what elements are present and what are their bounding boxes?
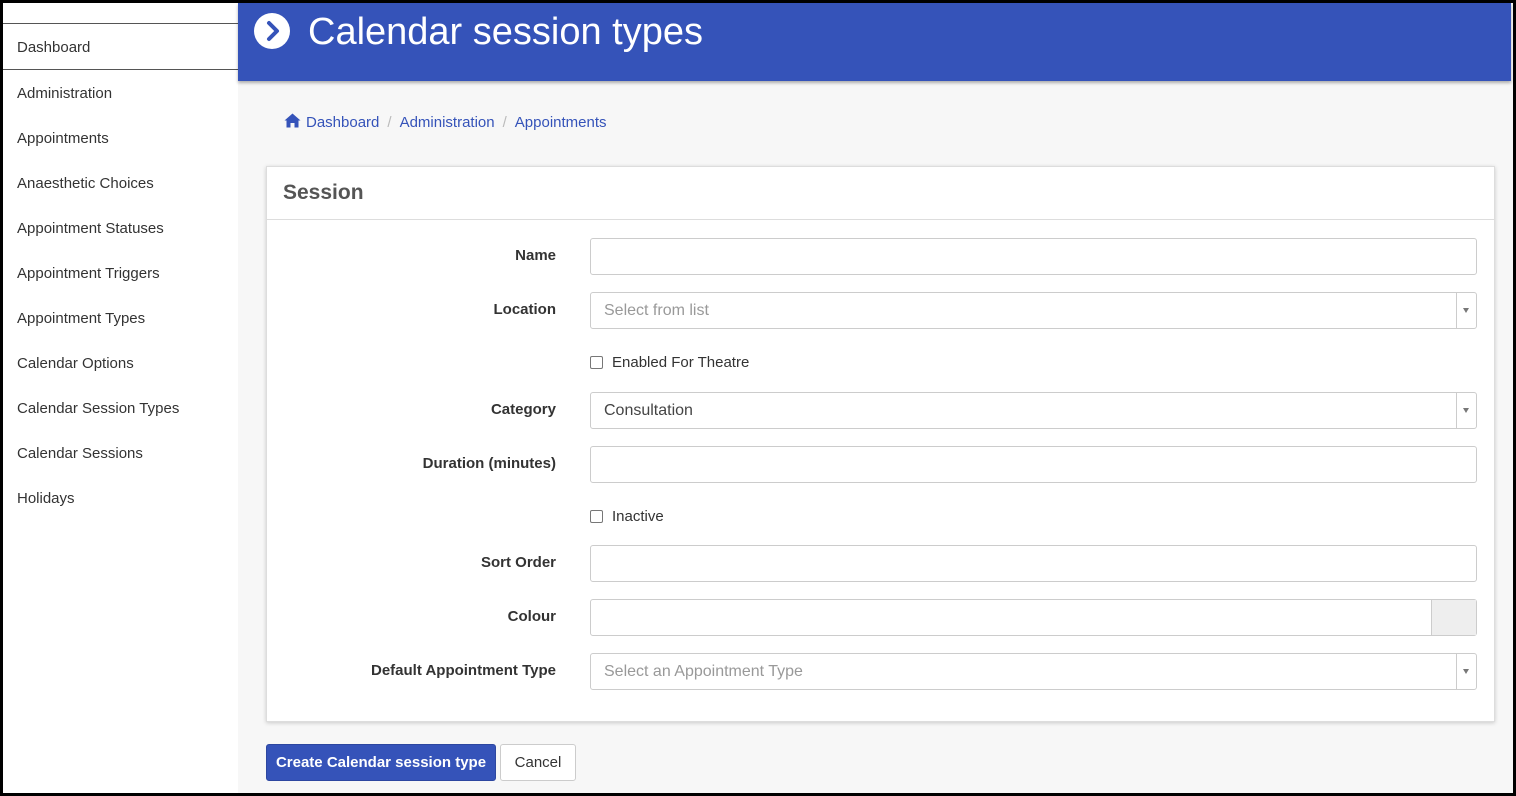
home-icon[interactable]	[284, 113, 301, 132]
sidebar-item-anaesthetic-choices[interactable]: Anaesthetic Choices	[3, 161, 238, 206]
checkbox-box[interactable]	[590, 510, 603, 523]
sidebar-item-appointment-statuses[interactable]: Appointment Statuses	[3, 206, 238, 251]
breadcrumb: Dashboard / Administration / Appointment…	[284, 113, 607, 132]
category-label: Category	[490, 401, 556, 418]
session-form-panel: Session Name Location Select from list E…	[266, 166, 1495, 722]
chevron-down-icon[interactable]	[1456, 293, 1476, 328]
default-appointment-type-label: Default Appointment Type	[371, 662, 556, 679]
create-calendar-session-type-button[interactable]: Create Calendar session type	[266, 744, 496, 781]
panel-heading: Session	[267, 167, 1494, 220]
chevron-right-circle-icon[interactable]	[254, 13, 290, 49]
sidebar-item-calendar-session-types[interactable]: Calendar Session Types	[3, 386, 238, 431]
sidebar-item-appointment-types[interactable]: Appointment Types	[3, 296, 238, 341]
sidebar-item-appointment-triggers[interactable]: Appointment Triggers	[3, 251, 238, 296]
location-placeholder: Select from list	[604, 302, 709, 319]
sidebar-item-dashboard[interactable]: Dashboard	[3, 25, 238, 70]
name-label: Name	[515, 247, 556, 264]
duration-label: Duration (minutes)	[422, 455, 556, 472]
inactive-checkbox[interactable]: Inactive	[590, 508, 664, 525]
enabled-for-theatre-label: Enabled For Theatre	[612, 354, 750, 371]
inactive-label: Inactive	[612, 508, 664, 525]
colour-label: Colour	[507, 608, 556, 625]
chevron-down-icon[interactable]	[1456, 654, 1476, 689]
panel-title: Session	[283, 181, 364, 204]
default-appointment-type-select[interactable]: Select an Appointment Type	[590, 653, 1477, 690]
page-title: Calendar session types	[308, 11, 703, 53]
category-value: Consultation	[604, 402, 693, 419]
sidebar-item-calendar-options[interactable]: Calendar Options	[3, 341, 238, 386]
colour-swatch[interactable]	[1431, 600, 1476, 635]
breadcrumb-appointments[interactable]: Appointments	[515, 114, 607, 131]
sidebar-item-holidays[interactable]: Holidays	[3, 476, 238, 521]
location-select[interactable]: Select from list	[590, 292, 1477, 329]
enabled-for-theatre-checkbox[interactable]: Enabled For Theatre	[590, 354, 749, 371]
breadcrumb-administration[interactable]: Administration	[400, 114, 495, 131]
main-content: Calendar session types Dashboard / Admin…	[238, 3, 1513, 793]
duration-input[interactable]	[590, 446, 1477, 483]
sidebar-item-appointments[interactable]: Appointments	[3, 116, 238, 161]
sort-order-input[interactable]	[590, 545, 1477, 582]
app-window: Dashboard Administration Appointments An…	[0, 0, 1516, 796]
colour-input[interactable]	[590, 599, 1477, 636]
breadcrumb-dashboard[interactable]: Dashboard	[306, 114, 379, 131]
sidebar-item-administration[interactable]: Administration	[3, 71, 238, 116]
breadcrumb-separator: /	[387, 114, 392, 131]
name-input[interactable]	[590, 238, 1477, 275]
sidebar: Dashboard Administration Appointments An…	[3, 3, 238, 793]
category-select[interactable]: Consultation	[590, 392, 1477, 429]
cancel-button[interactable]: Cancel	[500, 744, 576, 781]
page-header: Calendar session types	[238, 3, 1511, 81]
location-label: Location	[493, 301, 557, 318]
default-appointment-type-placeholder: Select an Appointment Type	[604, 663, 803, 680]
sidebar-item-calendar-sessions[interactable]: Calendar Sessions	[3, 431, 238, 476]
chevron-down-icon[interactable]	[1456, 393, 1476, 428]
breadcrumb-separator: /	[502, 114, 507, 131]
sidebar-divider	[3, 23, 238, 24]
checkbox-box[interactable]	[590, 356, 603, 369]
sort-order-label: Sort Order	[480, 554, 556, 571]
